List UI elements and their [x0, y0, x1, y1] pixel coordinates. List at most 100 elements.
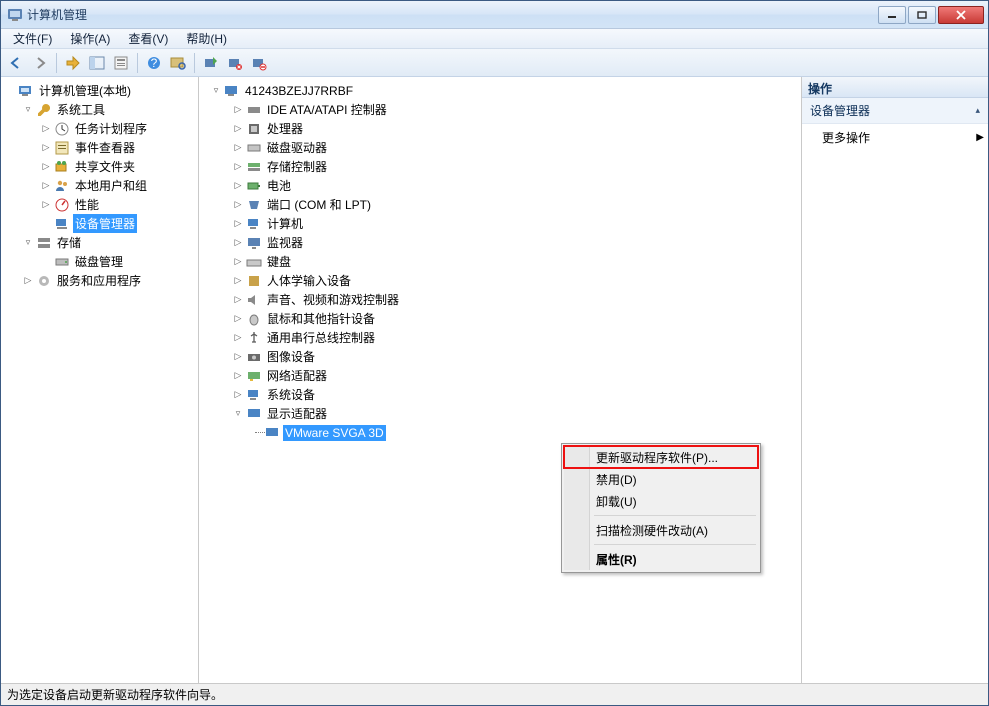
maximize-button[interactable]: [908, 6, 936, 24]
tree-performance[interactable]: ▷性能: [39, 195, 196, 214]
up-button[interactable]: [62, 52, 84, 74]
expander-icon[interactable]: ▷: [231, 217, 245, 231]
svg-text:?: ?: [151, 56, 158, 70]
cat-system-devices[interactable]: ▷系统设备: [231, 385, 799, 404]
expander-icon[interactable]: ▷: [39, 141, 53, 155]
menu-action[interactable]: 操作(A): [62, 28, 118, 49]
tree-services-apps[interactable]: ▷服务和应用程序: [21, 271, 196, 290]
cat-keyboards[interactable]: ▷键盘: [231, 252, 799, 271]
expander-icon[interactable]: ▷: [231, 350, 245, 364]
device-root[interactable]: ▿ 41243BZEJJ7RRBF: [209, 81, 799, 100]
cat-ide[interactable]: ▷IDE ATA/ATAPI 控制器: [231, 100, 799, 119]
expander-icon[interactable]: ▷: [231, 369, 245, 383]
cat-display-adapters[interactable]: ▿显示适配器: [231, 404, 799, 423]
tree-label: 鼠标和其他指针设备: [265, 309, 377, 328]
cat-hid[interactable]: ▷人体学输入设备: [231, 271, 799, 290]
action-more[interactable]: 更多操作 ▶: [802, 124, 988, 151]
ctx-label: 禁用(D): [596, 471, 637, 488]
window-title: 计算机管理: [27, 6, 878, 23]
expander-icon[interactable]: ▿: [21, 103, 35, 117]
ctx-disable[interactable]: 禁用(D): [564, 468, 758, 490]
expander-icon[interactable]: ▷: [231, 331, 245, 345]
monitor-icon: [246, 235, 262, 251]
tree-label: 端口 (COM 和 LPT): [265, 195, 373, 214]
ctx-properties[interactable]: 属性(R): [564, 548, 758, 570]
tree-label: 本地用户和组: [73, 176, 149, 195]
tree-label: 磁盘管理: [73, 252, 125, 271]
menu-view[interactable]: 查看(V): [120, 28, 176, 49]
action-group-title[interactable]: 设备管理器 ▴: [802, 98, 988, 124]
cat-sound[interactable]: ▷声音、视频和游戏控制器: [231, 290, 799, 309]
cat-ports[interactable]: ▷ 端口 (COM 和 LPT): [231, 195, 799, 214]
status-text: 为选定设备启动更新驱动程序软件向导。: [7, 686, 223, 703]
update-driver-icon[interactable]: [200, 52, 222, 74]
device-tree[interactable]: ▿ 41243BZEJJ7RRBF ▷IDE ATA/ATAPI 控制器 ▷处理…: [199, 77, 801, 446]
expander-icon[interactable]: ▷: [231, 293, 245, 307]
ctx-update-driver[interactable]: 更新驱动程序软件(P)...: [564, 446, 758, 468]
ctx-label: 属性(R): [596, 551, 637, 568]
minimize-button[interactable]: [878, 6, 906, 24]
forward-button[interactable]: [29, 52, 51, 74]
expander-icon[interactable]: ▷: [231, 198, 245, 212]
expander-icon[interactable]: ▷: [231, 141, 245, 155]
expander-icon[interactable]: ▷: [231, 255, 245, 269]
expander-icon[interactable]: ▷: [231, 160, 245, 174]
properties-button[interactable]: [110, 52, 132, 74]
expander-icon[interactable]: ▷: [231, 274, 245, 288]
cat-imaging[interactable]: ▷图像设备: [231, 347, 799, 366]
uninstall-icon[interactable]: [224, 52, 246, 74]
tree-disk-management[interactable]: ▷磁盘管理: [39, 252, 196, 271]
tree-storage[interactable]: ▿存储: [21, 233, 196, 252]
tree-label: 事件查看器: [73, 138, 137, 157]
cat-mice[interactable]: ▷ 鼠标和其他指针设备: [231, 309, 799, 328]
cat-storage-ctrl[interactable]: ▷存储控制器: [231, 157, 799, 176]
menu-file[interactable]: 文件(F): [5, 28, 60, 49]
cat-processor[interactable]: ▷处理器: [231, 119, 799, 138]
storage-ctrl-icon: [246, 159, 262, 175]
tree-system-tools[interactable]: ▿ 系统工具: [21, 100, 196, 119]
ctx-uninstall[interactable]: 卸载(U): [564, 490, 758, 512]
help-button[interactable]: ?: [143, 52, 165, 74]
expander-icon[interactable]: ▷: [39, 179, 53, 193]
expander-icon[interactable]: ▷: [231, 179, 245, 193]
tree-shared-folders[interactable]: ▷共享文件夹: [39, 157, 196, 176]
tree-local-users[interactable]: ▷ 本地用户和组: [39, 176, 196, 195]
cat-usb[interactable]: ▷通用串行总线控制器: [231, 328, 799, 347]
ctx-scan[interactable]: 扫描检测硬件改动(A): [564, 519, 758, 541]
cat-disk-drives[interactable]: ▷磁盘驱动器: [231, 138, 799, 157]
scan-hardware-icon[interactable]: [167, 52, 189, 74]
expander-icon[interactable]: ▷: [231, 312, 245, 326]
share-icon: [54, 159, 70, 175]
expander-icon[interactable]: ▷: [231, 103, 245, 117]
show-hide-tree-button[interactable]: [86, 52, 108, 74]
tree-event-viewer[interactable]: ▷ 事件查看器: [39, 138, 196, 157]
expander-icon[interactable]: ▿: [231, 407, 245, 421]
cat-battery[interactable]: ▷电池: [231, 176, 799, 195]
cat-computers[interactable]: ▷计算机: [231, 214, 799, 233]
window-controls: [878, 6, 984, 24]
expander-icon[interactable]: ▷: [231, 388, 245, 402]
tree-label: 监视器: [265, 233, 305, 252]
expander-icon[interactable]: ▷: [39, 160, 53, 174]
device-vmware-svga[interactable]: VMware SVGA 3D: [263, 423, 799, 442]
tree-device-manager[interactable]: ▷设备管理器: [39, 214, 196, 233]
disable-icon[interactable]: [248, 52, 270, 74]
expander-icon[interactable]: ▷: [231, 122, 245, 136]
expander-icon[interactable]: ▿: [21, 236, 35, 250]
cat-monitors[interactable]: ▷ 监视器: [231, 233, 799, 252]
expander-icon[interactable]: ▷: [39, 122, 53, 136]
menu-help[interactable]: 帮助(H): [178, 28, 235, 49]
cat-network[interactable]: ▷网络适配器: [231, 366, 799, 385]
expander-icon[interactable]: ▷: [231, 236, 245, 250]
event-icon: [54, 140, 70, 156]
close-button[interactable]: [938, 6, 984, 24]
tree-task-scheduler[interactable]: ▷任务计划程序: [39, 119, 196, 138]
expander-icon[interactable]: ▷: [39, 198, 53, 212]
actions-header: 操作: [802, 77, 988, 98]
management-tree[interactable]: ▷ 计算机管理(本地) ▿ 系统工具 ▷任务计划程序 ▷ 事件查看器 ▷共享文件夹…: [1, 77, 198, 294]
tree-root[interactable]: ▷ 计算机管理(本地): [3, 81, 196, 100]
back-button[interactable]: [5, 52, 27, 74]
expander-icon[interactable]: ▷: [21, 274, 35, 288]
expander-icon[interactable]: ▿: [209, 84, 223, 98]
ctx-separator: [594, 544, 756, 545]
